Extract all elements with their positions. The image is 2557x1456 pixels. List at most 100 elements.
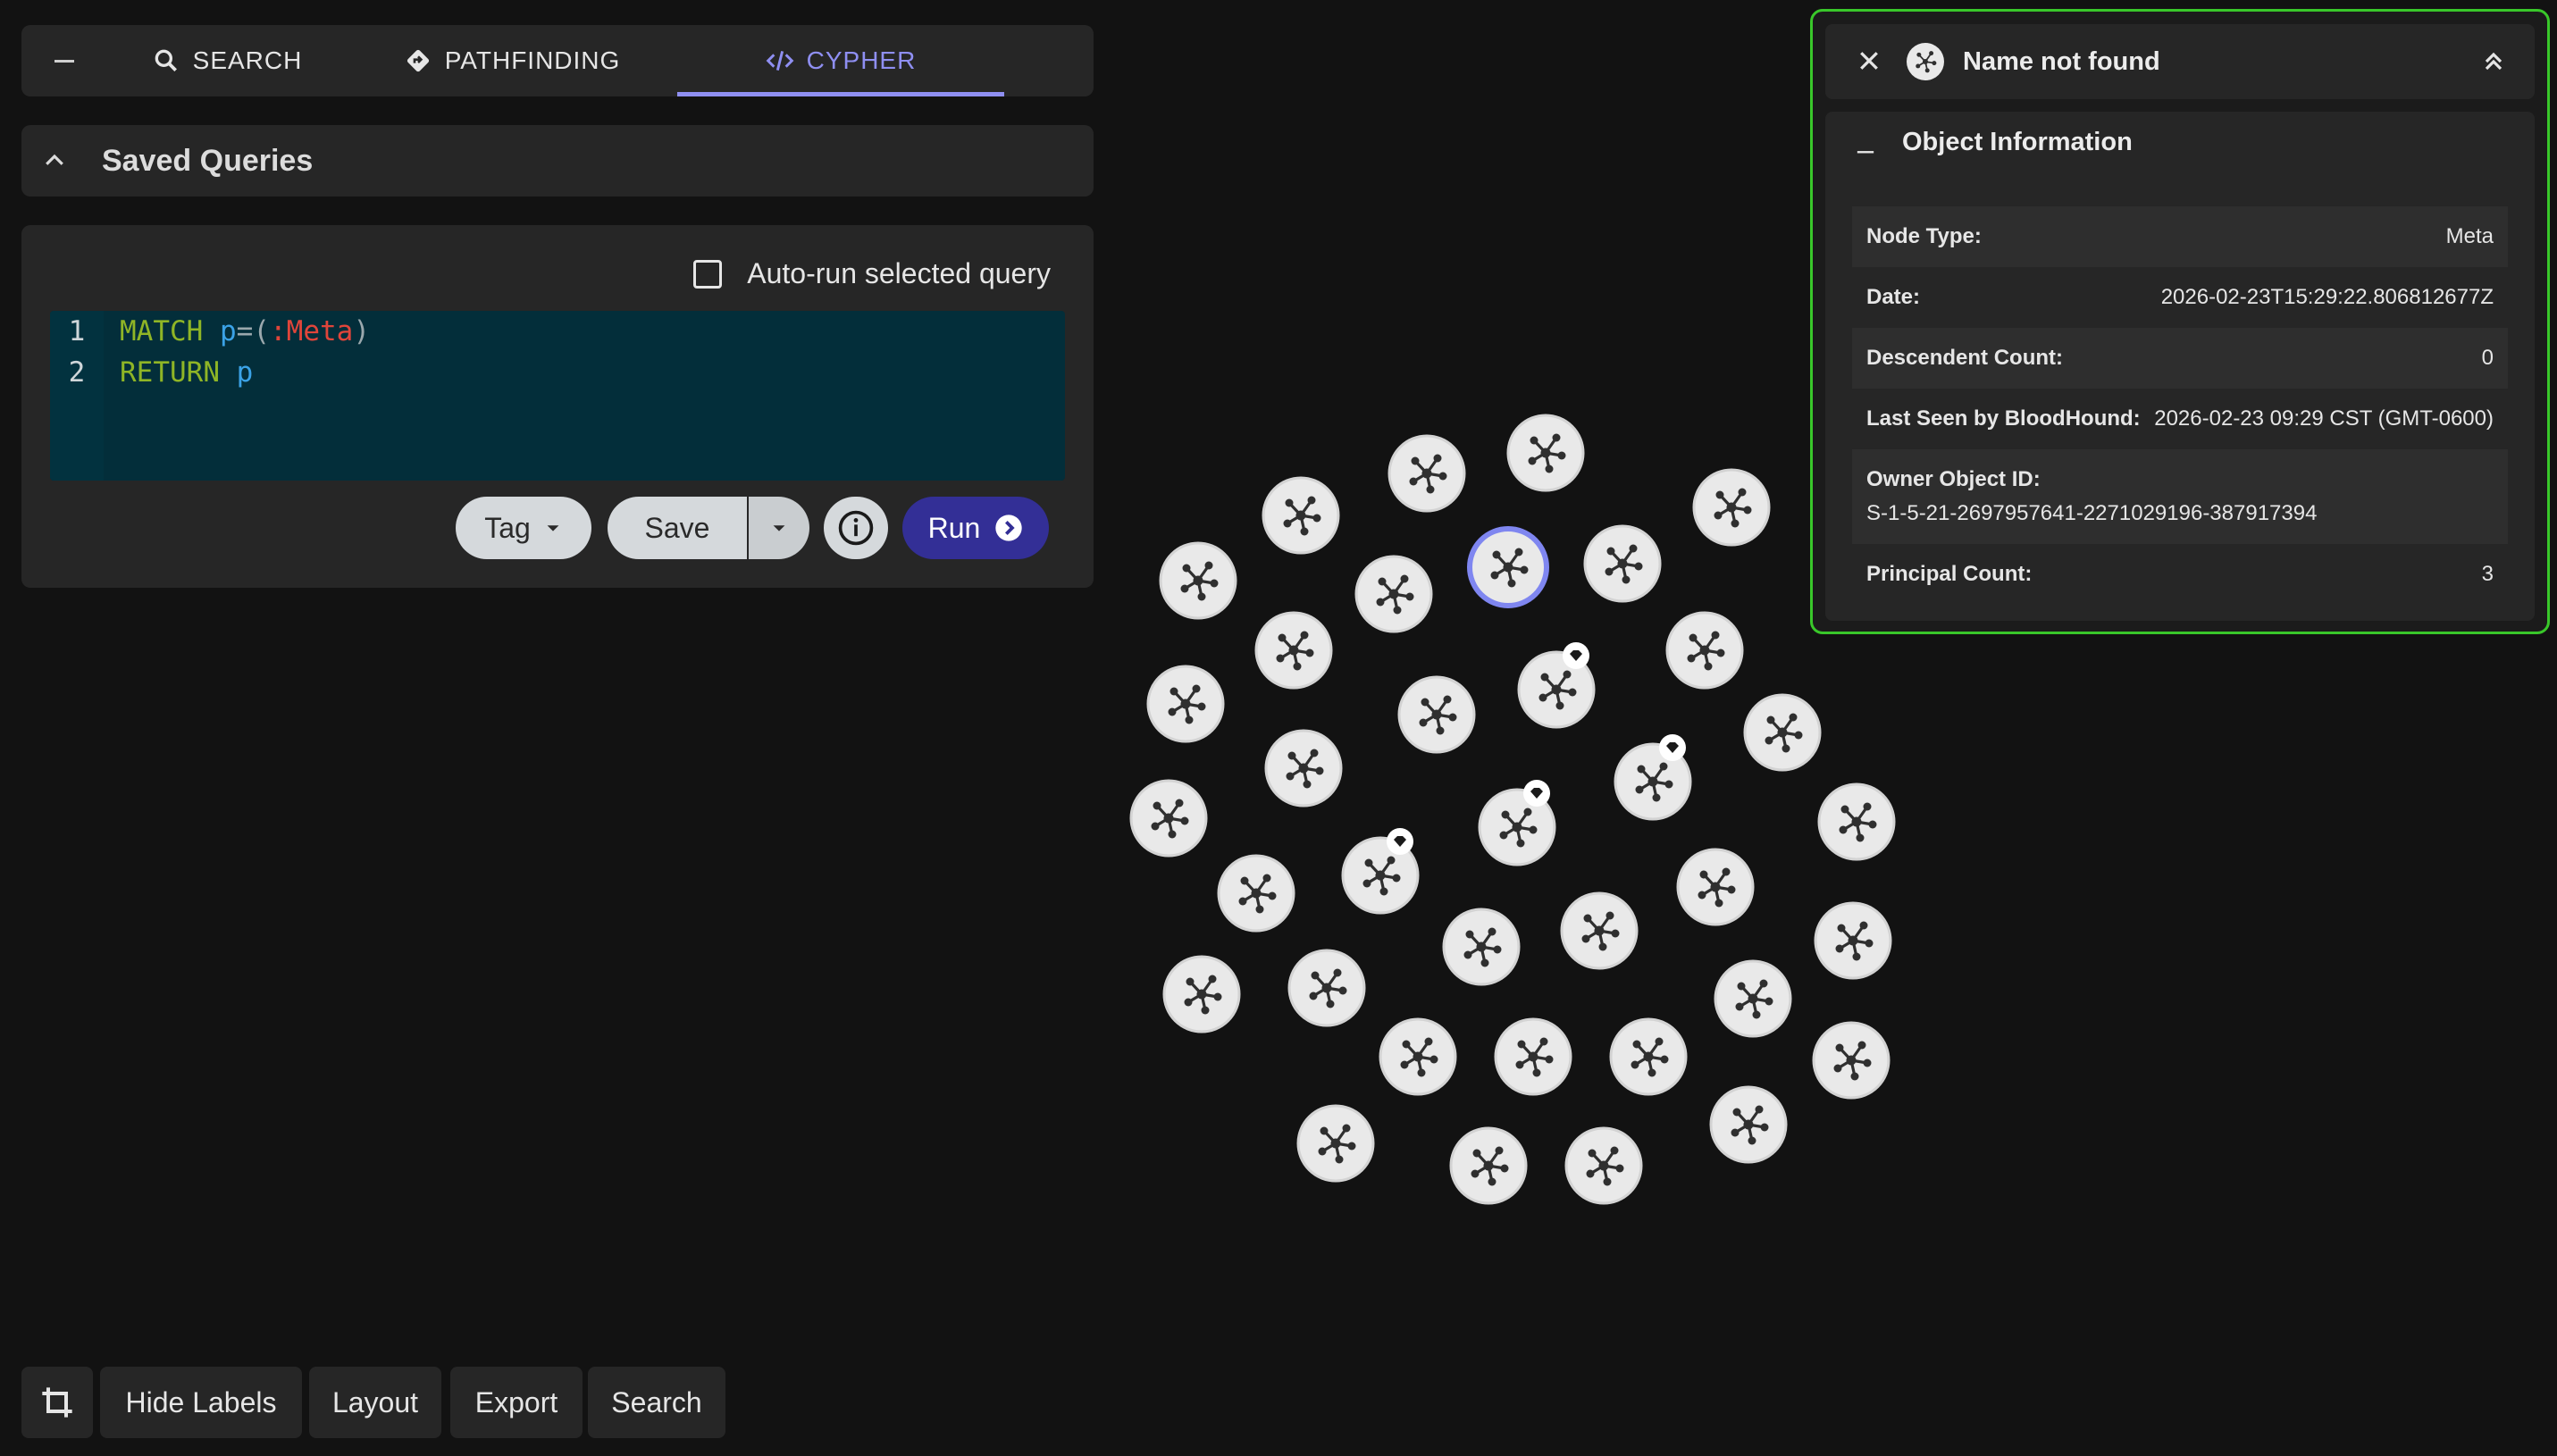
- diamond-badge-icon: [1387, 828, 1413, 855]
- meta-node[interactable]: [1262, 476, 1340, 555]
- tab-search[interactable]: SEARCH: [107, 25, 347, 96]
- tab-bar: SEARCH PATHFINDING CYPHER: [21, 25, 1094, 96]
- chevron-down-icon: [547, 525, 559, 531]
- field-owner-object-id: Owner Object ID: S-1-5-21-2697957641-227…: [1852, 449, 2508, 544]
- meta-node[interactable]: [1583, 524, 1662, 603]
- meta-node[interactable]: [1217, 854, 1295, 933]
- field-key: Owner Object ID:: [1866, 467, 2041, 491]
- meta-node[interactable]: [1676, 848, 1755, 926]
- field-value: 0: [2481, 346, 2494, 370]
- hide-labels-label: Hide Labels: [125, 1385, 277, 1418]
- code-line: 1 MATCH p =( :Meta ): [50, 311, 370, 352]
- meta-node[interactable]: [1449, 1126, 1528, 1205]
- line-number: 2: [68, 356, 86, 389]
- meta-node[interactable]: [1264, 729, 1343, 807]
- graph-nodes: [1129, 414, 1896, 1205]
- meta-node[interactable]: [1478, 780, 1556, 866]
- autorun-toggle[interactable]: Auto-run selected query: [693, 257, 1051, 290]
- meta-node[interactable]: [1159, 541, 1237, 620]
- double-chevron-up-icon: [2485, 52, 2503, 71]
- diamond-badge-icon: [1659, 734, 1686, 761]
- tab-pathfinding[interactable]: PATHFINDING: [347, 25, 677, 96]
- meta-node[interactable]: [1714, 959, 1792, 1038]
- save-options-button[interactable]: [749, 497, 809, 559]
- meta-node[interactable]: [1564, 1126, 1643, 1205]
- chevron-down-icon: [773, 525, 785, 531]
- field-value: Meta: [2445, 224, 2494, 248]
- info-button[interactable]: [824, 497, 888, 559]
- keyword-token: MATCH: [120, 315, 204, 347]
- meta-node[interactable]: [1692, 468, 1771, 547]
- field-key: Descendent Count:: [1866, 346, 2064, 370]
- field-node-type: Node Type: Meta: [1852, 206, 2508, 267]
- autorun-checkbox[interactable]: [693, 259, 723, 289]
- graph-search-label: Search: [611, 1385, 702, 1418]
- crop-button[interactable]: [21, 1367, 93, 1438]
- field-key: Node Type:: [1866, 224, 1982, 248]
- meta-node[interactable]: [1614, 734, 1692, 821]
- meta-node[interactable]: [1743, 693, 1822, 772]
- meta-node[interactable]: [1162, 955, 1241, 1033]
- field-value: 2026-02-23T15:29:22.806812677Z: [2160, 285, 2494, 309]
- meta-node[interactable]: [1387, 434, 1466, 513]
- line-number: 1: [68, 315, 86, 347]
- tab-cypher-label: CYPHER: [806, 46, 917, 74]
- graph-search-button[interactable]: Search: [588, 1367, 725, 1438]
- cypher-code-editor[interactable]: 1 MATCH p =( :Meta ) 2 RETURN p: [50, 311, 1065, 481]
- save-button[interactable]: Save: [608, 497, 747, 559]
- run-button[interactable]: Run: [902, 497, 1049, 559]
- label-token: :Meta: [270, 315, 354, 347]
- section-collapse-button[interactable]: [1856, 142, 1875, 166]
- close-panel-button[interactable]: [1856, 47, 1882, 79]
- collapse-panel-button[interactable]: [21, 25, 107, 96]
- field-last-seen: Last Seen by BloodHound: 2026-02-23 09:2…: [1852, 389, 2508, 449]
- autorun-label: Auto-run selected query: [747, 257, 1051, 289]
- collapse-panel-toggle[interactable]: [2479, 47, 2508, 80]
- saved-queries-header[interactable]: Saved Queries: [21, 125, 1094, 197]
- tag-button[interactable]: Tag: [456, 497, 591, 559]
- layout-button[interactable]: Layout: [309, 1367, 441, 1438]
- field-value: 2026-02-23 09:29 CST (GMT-0600): [2154, 406, 2494, 431]
- meta-node[interactable]: [1287, 949, 1366, 1027]
- run-button-label: Run: [927, 511, 981, 544]
- meta-node[interactable]: [1709, 1085, 1788, 1164]
- meta-node[interactable]: [1817, 782, 1896, 861]
- section-title: Object Information: [1902, 128, 2133, 156]
- field-descendent-count: Descendent Count: 0: [1852, 328, 2508, 389]
- selected-meta-node[interactable]: [1467, 526, 1549, 608]
- meta-node[interactable]: [1129, 779, 1208, 858]
- minus-icon: [54, 59, 74, 63]
- meta-node[interactable]: [1379, 1017, 1457, 1096]
- meta-node[interactable]: [1517, 642, 1596, 729]
- tab-cypher[interactable]: CYPHER: [677, 25, 1004, 96]
- arrow-right-circle-icon: [995, 515, 1023, 541]
- meta-node[interactable]: [1506, 414, 1585, 492]
- meta-node[interactable]: [1812, 1021, 1891, 1100]
- meta-node[interactable]: [1397, 675, 1476, 754]
- meta-node[interactable]: [1254, 611, 1333, 690]
- minus-icon: [1857, 151, 1874, 154]
- meta-node[interactable]: [1354, 555, 1433, 633]
- meta-node[interactable]: [1814, 901, 1892, 980]
- export-button[interactable]: Export: [450, 1367, 583, 1438]
- graph-canvas[interactable]: [1108, 393, 1912, 1233]
- meta-node[interactable]: [1665, 611, 1744, 690]
- meta-node[interactable]: [1296, 1104, 1375, 1183]
- layout-label: Layout: [331, 1385, 419, 1418]
- hide-labels-button[interactable]: Hide Labels: [100, 1367, 302, 1438]
- crop-icon: [42, 1387, 72, 1418]
- meta-node[interactable]: [1609, 1017, 1688, 1096]
- pathfinding-icon: [407, 49, 429, 72]
- cypher-editor-card: Auto-run selected query 1 MATCH p =( :Me…: [21, 225, 1094, 588]
- search-icon: [155, 49, 177, 71]
- meta-node[interactable]: [1494, 1017, 1572, 1096]
- editor-actions: Tag Save Run: [21, 497, 1094, 561]
- meta-node[interactable]: [1341, 828, 1420, 915]
- meta-node[interactable]: [1146, 665, 1225, 743]
- meta-node[interactable]: [1560, 891, 1639, 970]
- code-line: 2 RETURN p: [50, 352, 254, 393]
- diamond-badge-icon: [1523, 780, 1550, 807]
- tab-search-label: SEARCH: [192, 46, 303, 74]
- close-icon: [1860, 52, 1878, 70]
- meta-node[interactable]: [1442, 908, 1521, 986]
